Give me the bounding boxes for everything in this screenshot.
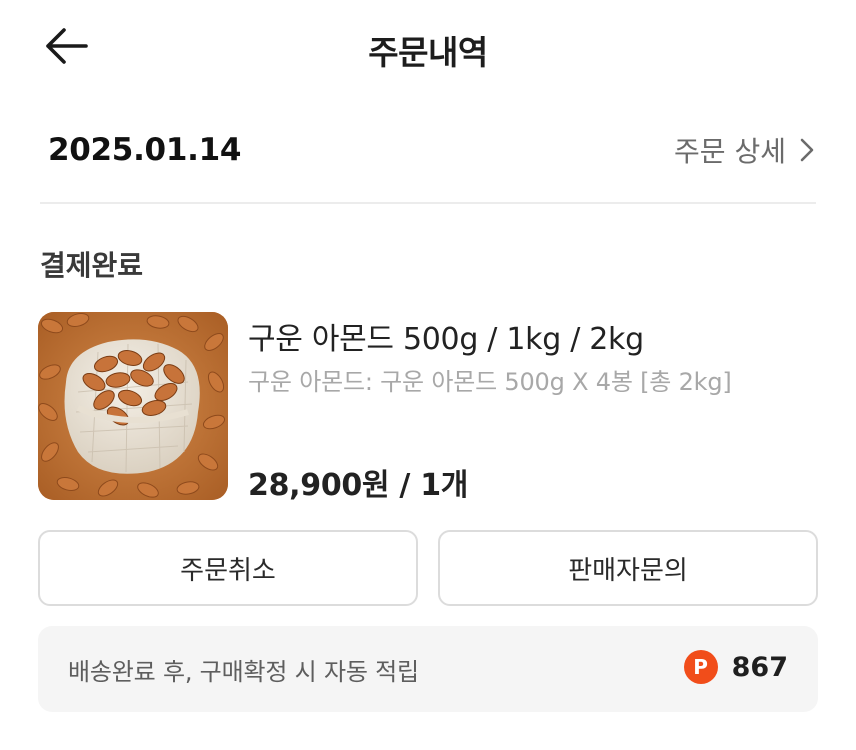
cancel-order-button[interactable]: 주문취소 [38,530,418,606]
header: 주문내역 [0,0,856,92]
seller-inquiry-button[interactable]: 판매자문의 [438,530,818,606]
points-info-bar: 배송완료 후, 구매확정 시 자동 적립 P 867 [38,626,818,712]
product-thumbnail[interactable] [38,312,228,500]
product-price: 28,900원 / 1개 [248,468,469,503]
product-name[interactable]: 구운 아몬드 500g / 1kg / 2kg [248,314,644,358]
payment-status-label: 결제완료 [40,249,144,282]
points-amount: P 867 [683,650,788,684]
order-detail-label: 주문 상세 [674,135,786,168]
almonds-sack-image [38,312,228,500]
order-summary-row: 2025.01.14 주문 상세 [40,122,816,178]
order-detail-link[interactable]: 주문 상세 [674,130,816,170]
points-info-text: 배송완료 후, 구매확정 시 자동 적립 [68,658,419,686]
chevron-right-icon [800,138,814,162]
order-date: 2025.01.14 [48,132,242,168]
divider [40,202,816,204]
page-title: 주문내역 [368,33,488,72]
product-option: 구운 아몬드: 구운 아몬드 500g X 4봉 [총 2kg] [248,368,732,396]
order-history-page: 주문내역 2025.01.14 주문 상세 결제완료 구운 아몬드 500g /… [0,0,856,750]
point-coin-icon: P [683,650,718,684]
points-value: 867 [731,651,788,683]
